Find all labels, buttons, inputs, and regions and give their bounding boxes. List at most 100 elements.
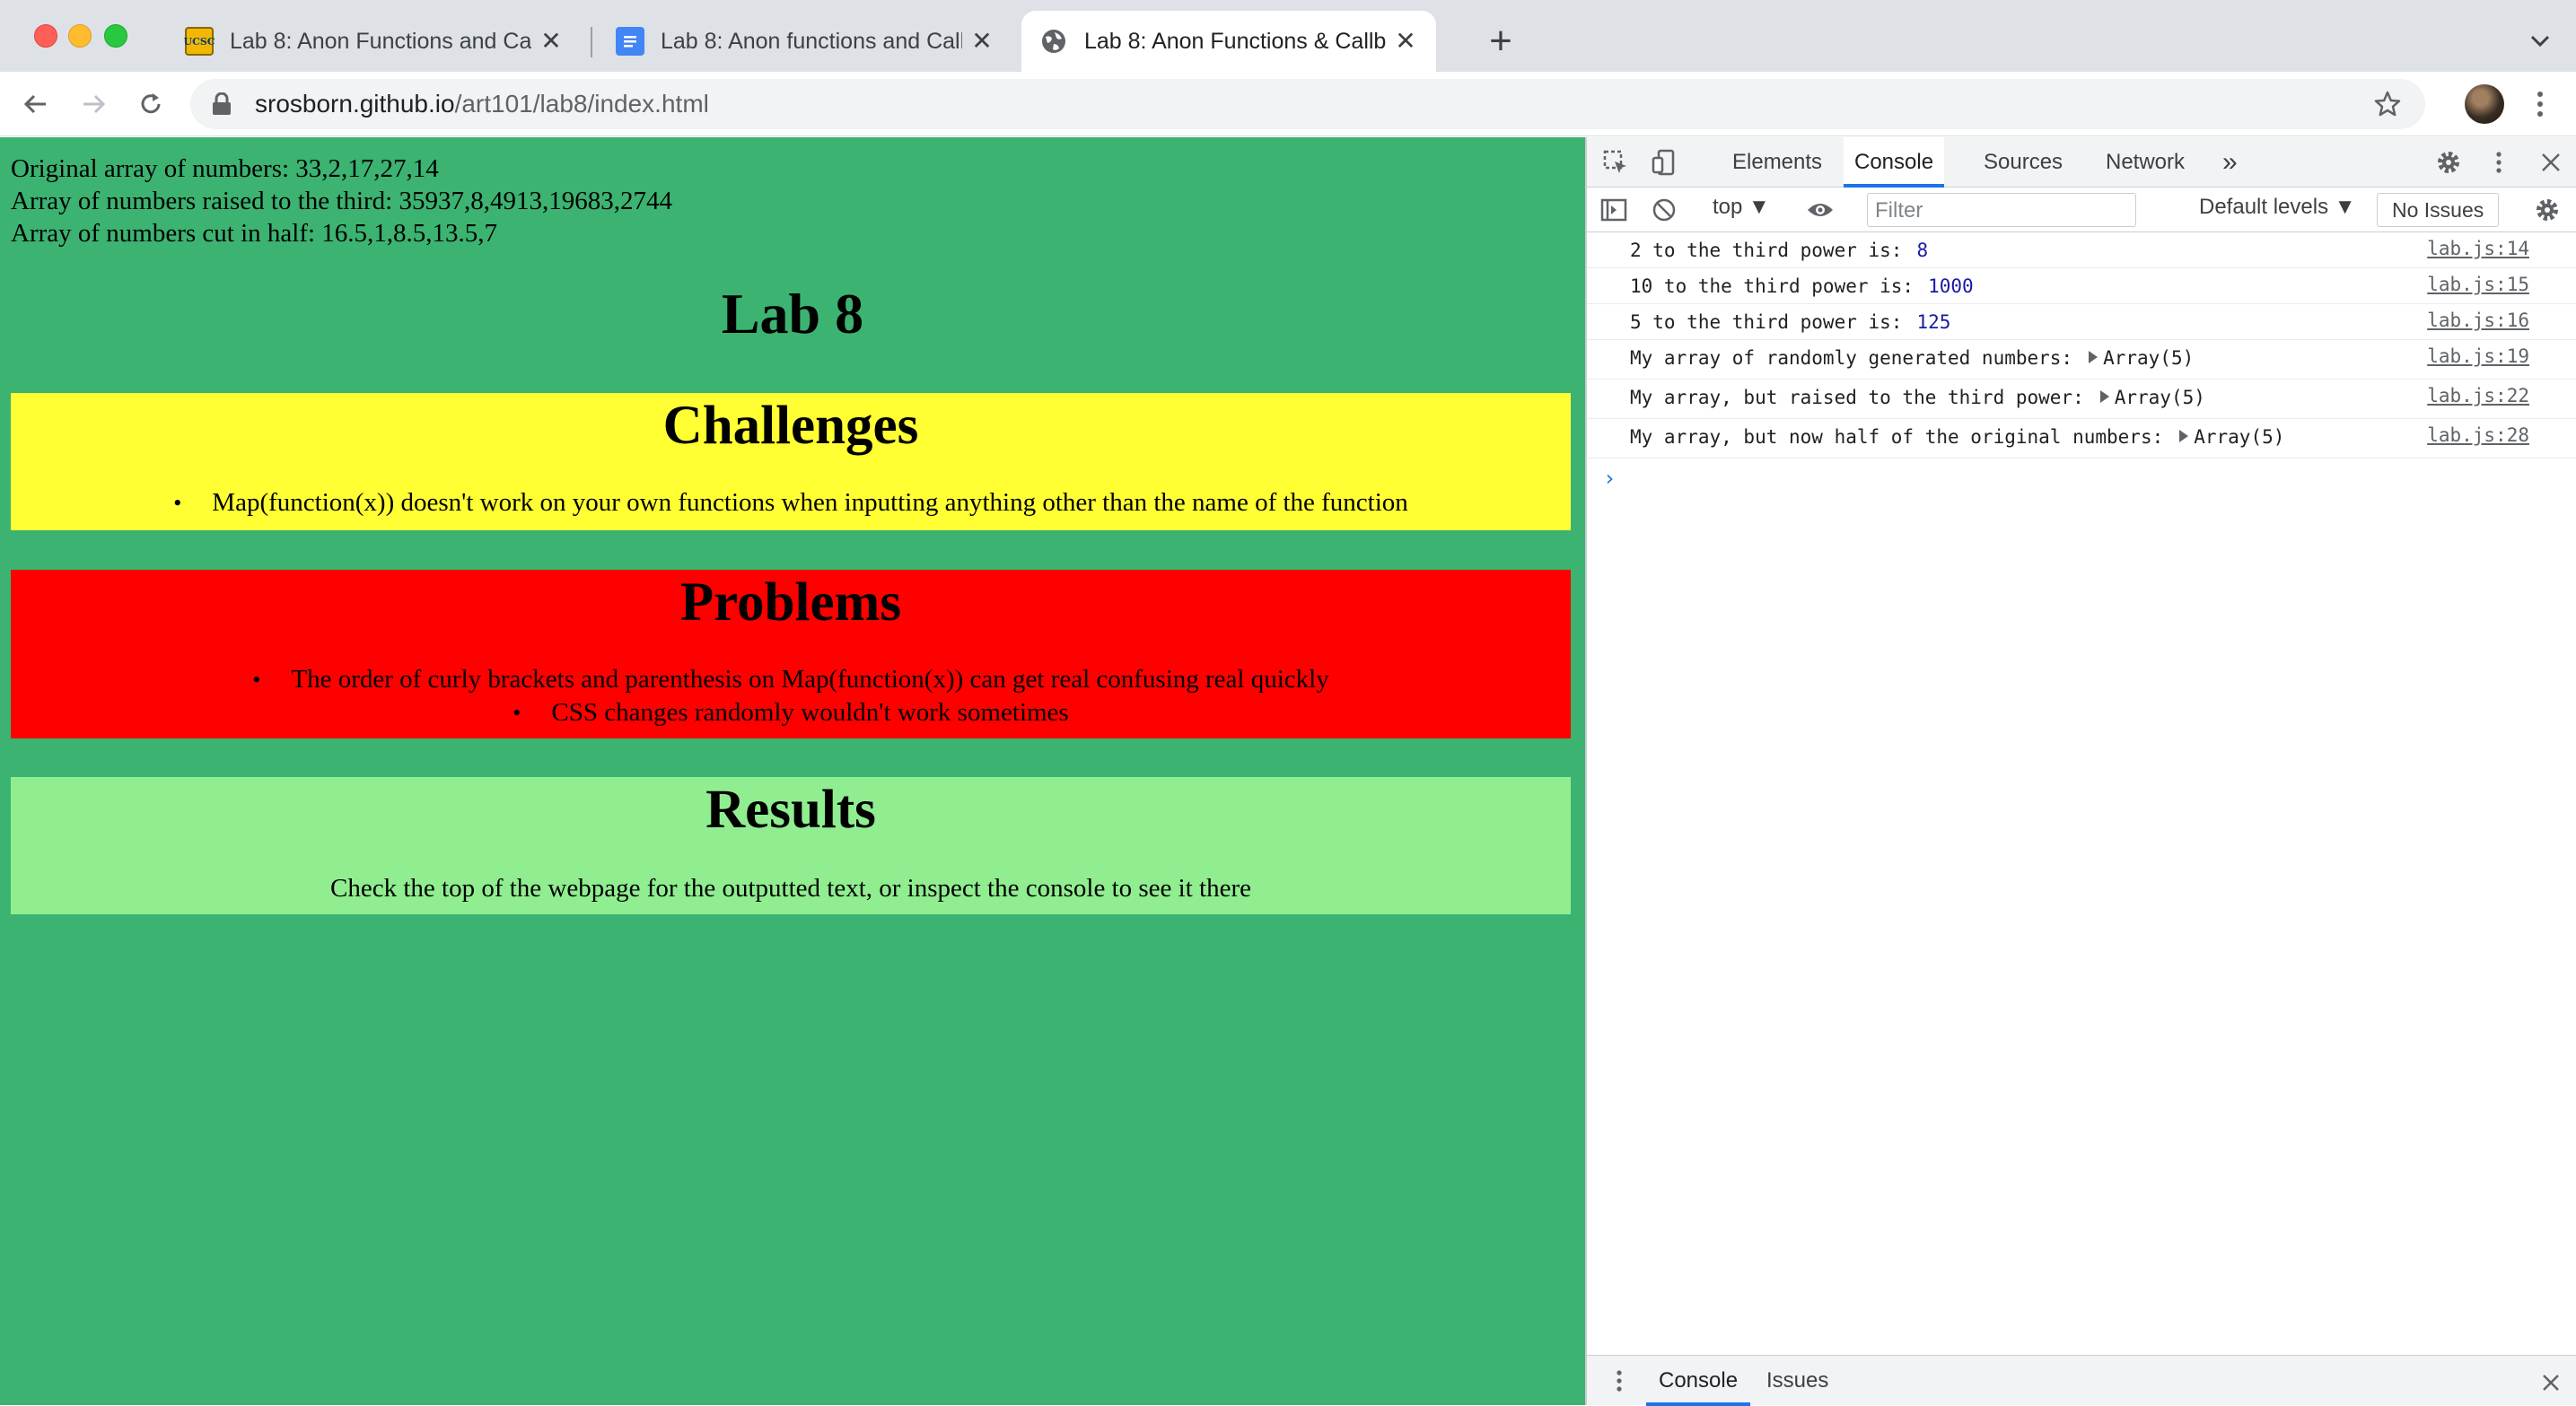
google-docs-icon xyxy=(616,27,644,56)
results-text: Check the top of the webpage for the out… xyxy=(330,874,1251,903)
tab-console[interactable]: Console xyxy=(1844,137,1945,188)
context-selector[interactable]: top ▼ xyxy=(1713,195,1770,220)
reload-icon[interactable] xyxy=(133,86,169,122)
browser-tab-3-active[interactable]: Lab 8: Anon Functions & Callba ✕ xyxy=(1021,11,1436,72)
log-text: 5 to the third power is: xyxy=(1630,311,1903,333)
expandable-array[interactable]: Array(5) xyxy=(2179,426,2284,448)
console-output: 2 to the third power is: 8 lab.js:14 10 t… xyxy=(1587,232,2576,494)
source-link[interactable]: lab.js:14 xyxy=(2427,238,2529,259)
settings-gear-icon[interactable] xyxy=(2434,148,2463,177)
close-drawer-icon[interactable] xyxy=(2537,1368,2565,1397)
output-original-array: Original array of numbers: 33,2,17,27,14 xyxy=(11,154,439,183)
console-prompt-row[interactable]: › xyxy=(1587,458,2576,494)
drawer-tab-issues[interactable]: Issues xyxy=(1754,1356,1841,1406)
close-tab-icon[interactable]: ✕ xyxy=(539,29,564,54)
challenges-list: Map(function(x)) doesn't work on your ow… xyxy=(11,486,1571,520)
tab-strip: UCSC Lab 8: Anon Functions and Call ✕ La… xyxy=(0,0,2576,72)
list-item: CSS changes randomly wouldn't work somet… xyxy=(11,696,1571,729)
log-levels-dropdown[interactable]: Default levels ▼ xyxy=(2199,195,2356,220)
source-link[interactable]: lab.js:16 xyxy=(2427,310,2529,331)
list-item: Map(function(x)) doesn't work on your ow… xyxy=(11,486,1571,520)
log-text: 10 to the third power is: xyxy=(1630,275,1914,297)
log-text: My array, but raised to the third power: xyxy=(1630,387,2084,408)
more-tabs-button[interactable]: » xyxy=(2212,137,2248,188)
results-heading: Results xyxy=(705,780,876,840)
list-item: The order of curly brackets and parenthe… xyxy=(11,663,1571,696)
fullscreen-window-button[interactable] xyxy=(104,24,127,48)
log-value: 125 xyxy=(1916,311,1951,333)
tab-title: Lab 8: Anon Functions & Callba xyxy=(1084,28,1386,54)
source-link[interactable]: lab.js:15 xyxy=(2427,274,2529,295)
clear-console-icon[interactable] xyxy=(1650,196,1678,224)
new-tab-button[interactable]: + xyxy=(1476,16,1526,66)
expandable-array[interactable]: Array(5) xyxy=(2089,347,2194,369)
problems-heading: Problems xyxy=(679,572,902,633)
problems-section: Problems The order of curly brackets and… xyxy=(11,570,1571,738)
log-value: 1000 xyxy=(1928,275,1974,297)
browser-tab-2[interactable]: Lab 8: Anon functions and Call ✕ xyxy=(598,11,1012,72)
browser-tab-1[interactable]: UCSC Lab 8: Anon Functions and Call ✕ xyxy=(167,11,582,72)
address-bar[interactable]: srosborn.github.io/art101/lab8/index.htm… xyxy=(190,79,2425,129)
url-host: srosborn.github.io xyxy=(255,90,455,118)
ucsc-icon: UCSC xyxy=(183,27,215,56)
close-tab-icon[interactable]: ✕ xyxy=(969,29,994,54)
drawer-tab-console[interactable]: Console xyxy=(1646,1356,1751,1406)
tab-elements[interactable]: Elements xyxy=(1722,137,1833,188)
devtools-drawer: Console Issues xyxy=(1587,1355,2576,1406)
output-cubed-array: Array of numbers raised to the third: 35… xyxy=(11,187,672,215)
url-path: /art101/lab8/index.html xyxy=(454,90,709,118)
inspect-element-icon[interactable] xyxy=(1601,148,1630,177)
console-log-row: My array, but raised to the third power:… xyxy=(1587,380,2576,419)
console-prompt-icon: › xyxy=(1603,466,1617,491)
lock-icon[interactable] xyxy=(212,92,232,116)
expandable-array[interactable]: Array(5) xyxy=(2100,387,2205,408)
close-devtools-icon[interactable] xyxy=(2537,148,2565,177)
log-text: 2 to the third power is: xyxy=(1630,240,1903,261)
results-section: Results Check the top of the webpage for… xyxy=(11,777,1571,914)
browser-menu-icon[interactable] xyxy=(2529,86,2551,122)
back-arrow-icon[interactable] xyxy=(18,86,54,122)
tab-title: Lab 8: Anon Functions and Call xyxy=(230,28,531,54)
browser-toolbar: srosborn.github.io/art101/lab8/index.htm… xyxy=(0,72,2576,136)
console-filter-input[interactable]: Filter xyxy=(1867,193,2136,227)
page-title: Lab 8 xyxy=(721,282,864,345)
drawer-menu-icon[interactable] xyxy=(1605,1367,1634,1395)
problems-list: The order of curly brackets and parenthe… xyxy=(11,663,1571,729)
url-text[interactable]: srosborn.github.io/art101/lab8/index.htm… xyxy=(255,90,709,118)
device-toolbar-icon[interactable] xyxy=(1650,148,1678,177)
tab-title: Lab 8: Anon functions and Call xyxy=(661,28,962,54)
source-link[interactable]: lab.js:28 xyxy=(2427,424,2529,446)
forward-arrow-icon[interactable] xyxy=(75,86,111,122)
console-log-row: 5 to the third power is: 125 lab.js:16 xyxy=(1587,304,2576,340)
tab-sources[interactable]: Sources xyxy=(1973,137,2073,188)
live-expression-eye-icon[interactable] xyxy=(1806,196,1835,224)
challenges-heading: Challenges xyxy=(662,396,919,456)
chevron-down-icon[interactable] xyxy=(2524,25,2556,57)
source-link[interactable]: lab.js:22 xyxy=(2427,385,2529,406)
console-log-row: My array, but now half of the original n… xyxy=(1587,419,2576,458)
bookmark-star-icon[interactable] xyxy=(2373,90,2402,118)
log-text: My array, but now half of the original n… xyxy=(1630,426,2164,448)
tab-divider xyxy=(591,27,592,57)
log-text: My array of randomly generated numbers: xyxy=(1630,347,2073,369)
console-log-row: 2 to the third power is: 8 lab.js:14 xyxy=(1587,232,2576,268)
output-halved-array: Array of numbers cut in half: 16.5,1,8.5… xyxy=(11,219,498,248)
page-viewport: Original array of numbers: 33,2,17,27,14… xyxy=(0,137,1585,1405)
console-settings-gear-icon[interactable] xyxy=(2533,196,2562,224)
console-toolbar: top ▼ Filter Default levels ▼ No Issues xyxy=(1587,188,2576,232)
challenges-section: Challenges Map(function(x)) doesn't work… xyxy=(11,393,1571,530)
log-value: 8 xyxy=(1916,240,1929,261)
devtools-panel: Elements Console Sources Network » top ▼… xyxy=(1585,137,2576,1406)
sidebar-toggle-icon[interactable] xyxy=(1599,196,1628,224)
issues-button[interactable]: No Issues xyxy=(2377,193,2500,227)
tab-network[interactable]: Network xyxy=(2095,137,2195,188)
close-tab-icon[interactable]: ✕ xyxy=(1393,29,1418,54)
console-log-row: My array of randomly generated numbers: A… xyxy=(1587,340,2576,380)
devtools-menu-icon[interactable] xyxy=(2484,148,2513,177)
devtools-tab-bar: Elements Console Sources Network » xyxy=(1587,137,2576,188)
minimize-window-button[interactable] xyxy=(68,24,92,48)
source-link[interactable]: lab.js:19 xyxy=(2427,345,2529,367)
profile-avatar[interactable] xyxy=(2465,84,2504,124)
close-window-button[interactable] xyxy=(34,24,57,48)
console-log-row: 10 to the third power is: 1000 lab.js:15 xyxy=(1587,268,2576,304)
